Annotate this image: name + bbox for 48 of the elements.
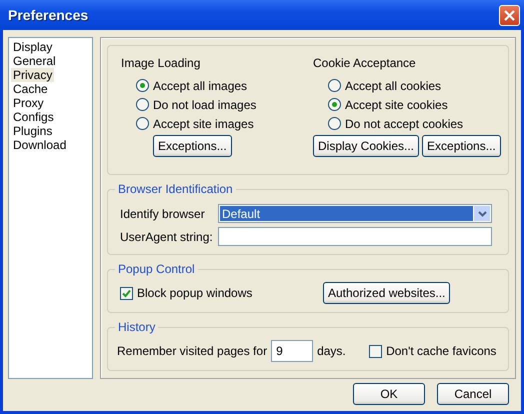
checkbox-label: Block popup windows [137,286,254,300]
section-heading: Cookie Acceptance [312,56,417,70]
close-button[interactable] [499,4,520,26]
close-icon [504,10,515,20]
category-item[interactable]: Download [11,138,68,152]
checkbox[interactable] [120,286,133,300]
dialog-button[interactable]: OK [353,383,425,405]
category-item[interactable]: Display [11,40,54,54]
category-item[interactable]: General [11,54,58,68]
radio-label: Accept site cookies [344,98,448,112]
dialog-button[interactable]: Cancel [437,383,509,405]
field-label: days. [317,344,347,358]
radio-button[interactable] [136,117,149,130]
checkmark-icon [122,288,131,298]
radio-button[interactable] [136,98,149,111]
window-title: Preferences [8,7,88,23]
dropdown-button[interactable] [474,206,490,221]
category-item[interactable]: Privacy [11,68,54,82]
exceptions-button[interactable]: Exceptions... [153,135,232,157]
days-field[interactable]: 9 [271,340,314,362]
field-label: Identify browser [120,206,206,220]
category-item[interactable]: Proxy [11,96,46,110]
radio-label: Accept site images [153,116,254,130]
chevron-down-icon [478,210,486,216]
category-item[interactable]: Plugins [11,124,54,138]
checkbox[interactable] [369,344,382,358]
category-item[interactable]: Cache [11,82,50,96]
authorized-websites-button[interactable]: Authorized websites... [323,282,450,304]
useragent-field[interactable] [218,227,492,246]
radio-button[interactable] [328,117,341,130]
field-label: UserAgent string: [120,230,214,244]
section-heading: Image Loading [121,56,202,70]
field-label: Remember visited pages for [117,344,268,358]
radio-button[interactable] [136,79,149,92]
radio-label: Accept all images [153,78,248,92]
radio-label: Do not load images [153,98,256,112]
group-title: Popup Control [117,262,196,276]
radio-label: Do not accept cookies [344,116,464,130]
radio-label: Accept all cookies [344,78,442,92]
radio-button[interactable] [328,79,341,92]
dialog-button[interactable]: Display Cookies... [312,135,420,157]
dialog-button[interactable]: Exceptions... [422,135,501,157]
browser-dropdown[interactable]: Default [218,204,492,223]
group-title: Browser Identification [117,182,234,196]
category-item[interactable]: Configs [11,110,56,124]
checkbox-label: Don't cache favicons [386,344,496,358]
group-title: History [117,320,156,334]
radio-button[interactable] [328,98,341,111]
